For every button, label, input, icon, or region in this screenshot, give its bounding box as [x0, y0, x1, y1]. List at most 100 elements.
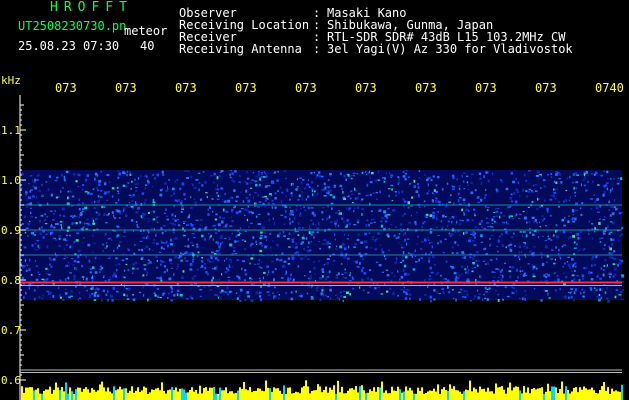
- noise-pixel: [395, 259, 397, 262]
- noise-pixel: [460, 222, 462, 225]
- noise-pixel: [249, 262, 251, 265]
- noise-pixel: [572, 209, 575, 213]
- noise-pixel: [335, 277, 339, 279]
- noise-pixel: [204, 181, 207, 184]
- noise-pixel: [230, 170, 232, 172]
- baseline-bar: [223, 390, 225, 400]
- noise-pixel: [187, 215, 190, 219]
- noise-pixel: [246, 177, 250, 180]
- noise-pixel: [34, 216, 37, 219]
- noise-pixel: [308, 231, 311, 235]
- noise-pixel: [157, 296, 160, 298]
- noise-pixel: [367, 291, 370, 294]
- noise-pixel: [297, 234, 300, 236]
- noise-pixel: [575, 265, 577, 268]
- noise-pixel: [553, 262, 556, 265]
- noise-pixel: [462, 253, 465, 255]
- noise-pixel: [276, 243, 279, 246]
- noise-pixel: [545, 225, 547, 227]
- noise-pixel: [195, 178, 199, 181]
- noise-pixel: [92, 275, 94, 278]
- noise-pixel: [67, 226, 71, 229]
- baseline-bar: [455, 390, 457, 400]
- noise-pixel: [224, 224, 227, 228]
- noise-pixel: [45, 267, 48, 270]
- baseline-bar: [207, 390, 209, 400]
- noise-pixel: [570, 288, 573, 291]
- noise-pixel: [402, 198, 405, 201]
- noise-pixel: [244, 273, 248, 276]
- baseline-bar: [477, 392, 479, 400]
- noise-pixel: [405, 170, 409, 172]
- noise-pixel: [342, 191, 344, 194]
- baseline-bar: [287, 387, 289, 400]
- noise-pixel: [71, 258, 74, 260]
- baseline-bar: [547, 383, 549, 400]
- noise-pixel: [451, 221, 453, 224]
- noise-pixel: [27, 235, 29, 237]
- noise-pixel: [614, 267, 617, 271]
- noise-pixel: [96, 294, 100, 297]
- noise-pixel: [452, 266, 454, 269]
- noise-pixel: [432, 255, 435, 259]
- noise-pixel: [466, 293, 469, 296]
- noise-pixel: [366, 277, 370, 280]
- noise-pixel: [562, 230, 566, 234]
- baseline-bar: [189, 389, 191, 400]
- time-label: 0740: [595, 81, 624, 95]
- baseline-bar: [181, 388, 183, 400]
- noise-pixel: [159, 297, 162, 299]
- noise-pixel: [528, 170, 531, 172]
- noise-pixel: [75, 286, 77, 288]
- noise-pixel: [274, 268, 277, 271]
- noise-pixel: [356, 266, 360, 268]
- noise-pixel: [70, 295, 73, 297]
- noise-pixel: [290, 273, 292, 277]
- noise-pixel: [603, 265, 606, 267]
- noise-pixel: [116, 246, 118, 249]
- noise-pixel: [45, 181, 48, 183]
- noise-pixel: [606, 170, 609, 174]
- noise-pixel: [418, 205, 421, 208]
- noise-pixel: [307, 195, 310, 198]
- noise-pixel: [316, 227, 320, 230]
- noise-pixel: [264, 205, 267, 208]
- baseline-bar: [177, 391, 179, 400]
- noise-pixel: [617, 264, 619, 267]
- baseline-bar: [349, 388, 351, 400]
- baseline-bar: [399, 389, 401, 400]
- noise-pixel: [522, 210, 525, 213]
- noise-pixel: [316, 231, 319, 234]
- baseline-bar: [333, 385, 335, 400]
- noise-pixel: [296, 186, 299, 188]
- noise-pixel: [340, 263, 343, 265]
- noise-pixel: [383, 177, 386, 180]
- noise-pixel: [291, 240, 295, 243]
- baseline-bar: [277, 388, 279, 400]
- noise-pixel: [329, 174, 332, 177]
- noise-pixel: [502, 298, 505, 301]
- noise-pixel: [478, 172, 482, 176]
- noise-pixel: [82, 184, 85, 186]
- noise-pixel: [340, 295, 343, 298]
- noise-pixel: [593, 194, 595, 196]
- noise-pixel: [483, 293, 485, 296]
- noise-pixel: [497, 250, 499, 253]
- baseline-bar: [383, 392, 385, 400]
- noise-pixel: [77, 202, 80, 204]
- noise-pixel: [619, 234, 621, 237]
- noise-pixel: [72, 173, 76, 176]
- noise-pixel: [398, 191, 400, 194]
- baseline-bar: [429, 390, 431, 400]
- noise-pixel: [204, 266, 207, 270]
- noise-pixel: [246, 170, 248, 174]
- noise-pixel: [492, 280, 495, 282]
- noise-pixel: [307, 249, 309, 253]
- noise-pixel: [60, 224, 62, 226]
- noise-pixel: [117, 170, 120, 172]
- noise-pixel: [541, 215, 544, 217]
- noise-pixel: [31, 244, 34, 247]
- noise-pixel: [582, 248, 585, 252]
- noise-pixel: [432, 175, 435, 178]
- noise-pixel: [564, 216, 566, 219]
